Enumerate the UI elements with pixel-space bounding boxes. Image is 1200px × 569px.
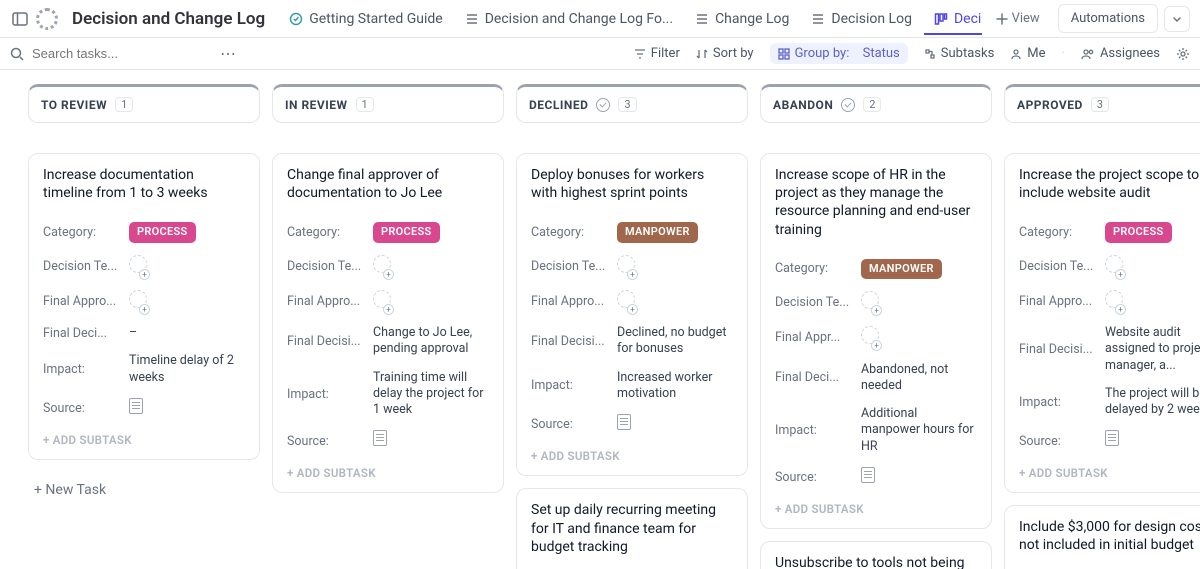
group-by-button[interactable]: Group by: Status [770,43,908,64]
document-icon[interactable] [617,414,631,430]
card-title: Include $3,000 for design cost, not incl… [1019,518,1200,554]
settings-icon[interactable] [1176,47,1190,61]
card[interactable]: Deploy bonuses for workers with highest … [516,153,748,476]
add-subtask[interactable]: + ADD SUBTASK [531,441,733,463]
column-header[interactable]: ABANDON2 [760,84,992,123]
card-title: Increase documentation timeline from 1 t… [43,166,245,202]
column: IN REVIEW1 Change final approver of docum… [272,84,504,569]
sort-button[interactable]: Sort by [696,46,754,61]
column-count: 1 [115,97,133,112]
card[interactable]: Include $3,000 for design cost, not incl… [1004,505,1200,569]
assignee-add[interactable]: + [617,262,635,277]
assignee-add[interactable]: + [861,298,879,313]
automations-button[interactable]: Automations [1058,4,1158,33]
card[interactable]: Set up daily recurring meeting for IT an… [516,488,748,569]
column: TO REVIEW1 Increase documentation timelin… [28,84,260,569]
column-count: 1 [356,97,374,112]
add-subtask[interactable]: + ADD SUBTASK [43,425,245,447]
status-check-icon [596,98,610,112]
new-task-button[interactable]: + New Task [28,472,260,508]
column-header[interactable]: TO REVIEW1 [28,84,260,123]
card-title: Increase the project scope to include we… [1019,166,1200,202]
category-badge: PROCESS [373,222,440,242]
assignee-add[interactable]: + [373,297,391,312]
subtasks-button[interactable]: Subtasks [924,46,995,61]
assignee-add[interactable]: + [861,333,879,348]
search-icon[interactable] [10,47,24,61]
tab-2[interactable]: Change Log [685,3,799,35]
topbar: Decision and Change Log Getting Started … [0,0,1200,38]
tab-icon [811,12,825,26]
category-badge: MANPOWER [617,222,698,242]
card-title: Set up daily recurring meeting for IT an… [531,501,733,556]
card[interactable]: Increase scope of HR in the project as t… [760,153,992,529]
column-header[interactable]: APPROVED3 [1004,84,1200,123]
column: ABANDON2 Increase scope of HR in the proj… [760,84,992,569]
assignee-add[interactable]: + [617,297,635,312]
tab-icon [465,12,479,26]
tab-icon [934,12,948,26]
document-icon[interactable] [129,398,143,414]
more-chevron[interactable] [1164,6,1190,32]
add-subtask[interactable]: + ADD SUBTASK [287,458,489,480]
tab-4[interactable]: Decision Board [924,3,982,35]
document-icon[interactable] [1105,430,1119,446]
card[interactable]: Unsubscribe to tools not being used for … [760,541,992,569]
tab-icon [289,12,303,26]
tab-0[interactable]: Getting Started Guide [279,3,453,35]
tab-3[interactable]: Decision Log [801,3,922,35]
card[interactable]: Increase documentation timeline from 1 t… [28,153,260,460]
sidebar-toggle-icon[interactable] [10,9,30,29]
add-subtask[interactable]: + ADD SUBTASK [1019,458,1200,480]
card[interactable]: Increase the project scope to include we… [1004,153,1200,493]
search-input[interactable] [32,46,212,61]
loading-icon [36,8,58,30]
filter-button[interactable]: Filter [634,46,680,61]
tab-1[interactable]: Decision and Change Log Fo... [455,3,683,35]
add-subtask[interactable]: + ADD SUBTASK [775,494,977,516]
card-title: Change final approver of documentation t… [287,166,489,202]
assignee-add[interactable]: + [1105,297,1123,312]
column: APPROVED3 Increase the project scope to i… [1004,84,1200,569]
toolbar: ⋯ Filter Sort by Group by: Status Subtas… [0,38,1200,70]
me-button[interactable]: Me [1010,46,1045,61]
category-badge: PROCESS [129,222,196,242]
assignees-button[interactable]: Assignees [1081,46,1160,61]
document-icon[interactable] [373,430,387,446]
card-title: Deploy bonuses for workers with highest … [531,166,733,202]
search-more-icon[interactable]: ⋯ [220,44,237,63]
column: DECLINED3 Deploy bonuses for workers with… [516,84,748,569]
column-count: 2 [863,97,881,112]
page-title: Decision and Change Log [72,9,265,29]
column-header[interactable]: IN REVIEW1 [272,84,504,123]
category-badge: MANPOWER [861,259,942,279]
column-count: 3 [1091,97,1109,112]
status-check-icon [841,98,855,112]
column-header[interactable]: DECLINED3 [516,84,748,123]
assignee-add[interactable]: + [1105,262,1123,277]
card-title: Increase scope of HR in the project as t… [775,166,977,239]
tabs: Getting Started GuideDecision and Change… [279,3,981,35]
category-badge: PROCESS [1105,222,1172,242]
add-view[interactable]: View [988,5,1048,32]
assignee-add[interactable]: + [129,262,147,277]
column-count: 3 [618,97,636,112]
assignee-add[interactable]: + [129,297,147,312]
card[interactable]: Change final approver of documentation t… [272,153,504,493]
tab-icon [695,12,709,26]
document-icon[interactable] [861,467,875,483]
assignee-add[interactable]: + [373,262,391,277]
board: TO REVIEW1 Increase documentation timelin… [0,70,1200,569]
